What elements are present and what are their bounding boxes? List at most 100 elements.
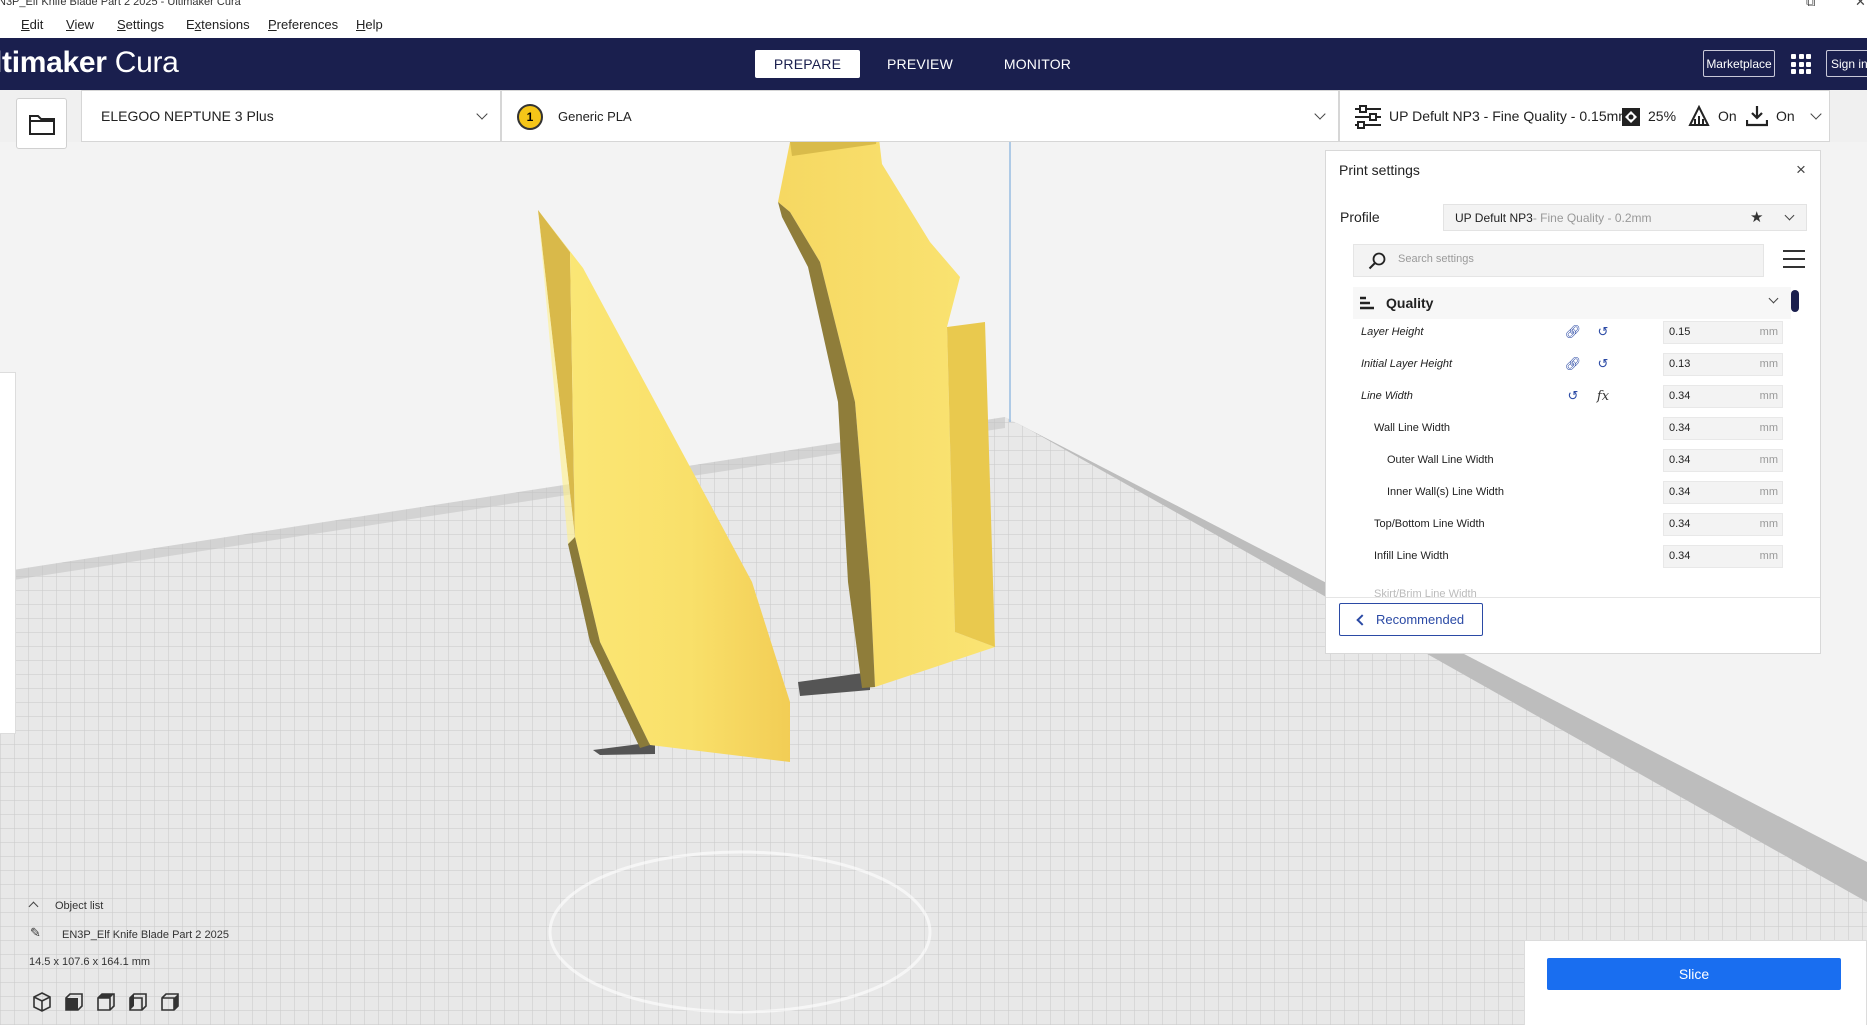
recommended-label: Recommended [1376, 612, 1465, 627]
close-icon[interactable]: × [1796, 160, 1806, 180]
profile-dropdown[interactable]: UP Defult NP3 - Fine Quality - 0.2mm ★ [1443, 204, 1807, 231]
menu-settings[interactable]: Settings [117, 17, 164, 32]
app-logo: ltimaker Cura [0, 46, 179, 79]
tab-prepare[interactable]: PREPARE [755, 50, 860, 78]
settings-sliders-icon [1355, 105, 1381, 129]
support-value: On [1718, 108, 1737, 124]
chevron-down-icon [1768, 293, 1779, 304]
right-view-icon[interactable] [158, 990, 182, 1014]
material-name: Generic PLA [558, 109, 632, 124]
line-width-input[interactable]: 0.34 mm [1663, 385, 1783, 408]
profile-dropdown-name: UP Defult NP3 [1455, 210, 1533, 225]
printer-selector[interactable]: ELEGOO NEPTUNE 3 Plus [81, 90, 501, 142]
marketplace-button[interactable]: Marketplace [1703, 50, 1775, 77]
menu-bar: Edit View Settings Extensions Preference… [0, 10, 1867, 38]
settings-scrollbar[interactable] [1791, 290, 1799, 312]
setting-row-line-width: Line Width ↺ fx 0.34 mm [1353, 383, 1791, 410]
setting-label: Line Width [1361, 390, 1413, 402]
print-settings-title: Print settings [1339, 162, 1420, 178]
chevron-down-icon [1314, 108, 1326, 120]
outer-wall-line-width-input[interactable]: 0.34 mm [1663, 449, 1783, 472]
reset-icon[interactable]: ↺ [1563, 386, 1583, 406]
search-icon [1368, 252, 1386, 270]
reset-icon[interactable]: ↺ [1593, 322, 1613, 342]
menu-edit[interactable]: Edit [21, 17, 43, 32]
category-quality[interactable]: Quality [1353, 287, 1791, 319]
wall-line-width-input[interactable]: 0.34 mm [1663, 417, 1783, 440]
function-icon[interactable]: fx [1593, 386, 1613, 406]
search-settings-box [1353, 244, 1764, 277]
setting-row-layer-height: Layer Height 🔗︎ ↺ 0.15 mm [1353, 319, 1791, 346]
star-icon[interactable]: ★ [1750, 208, 1763, 226]
setting-row-top-bottom-line-width: Top/Bottom Line Width 0.34 mm [1353, 511, 1791, 538]
sign-in-button[interactable]: Sign in [1826, 50, 1867, 77]
chevron-down-icon [1784, 210, 1795, 221]
chevron-left-icon [1356, 614, 1368, 626]
print-setup-selector[interactable]: UP Defult NP3 - Fine Quality - 0.15mm 25… [1339, 90, 1830, 142]
top-view-icon[interactable] [94, 990, 118, 1014]
printer-name: ELEGOO NEPTUNE 3 Plus [101, 108, 274, 124]
tab-monitor[interactable]: MONITOR [985, 50, 1090, 78]
3d-view-icon[interactable] [30, 990, 54, 1014]
initial-layer-height-input[interactable]: 0.13 mm [1663, 353, 1783, 376]
infill-icon [1622, 108, 1640, 126]
slice-button[interactable]: Slice [1547, 958, 1841, 990]
object-dimensions: 14.5 x 107.6 x 164.1 mm [29, 956, 151, 968]
setting-label: Outer Wall Line Width [1387, 454, 1494, 466]
setting-label: Inner Wall(s) Line Width [1387, 486, 1504, 498]
app-header: ltimaker Cura PREPARE PREVIEW MONITOR Ma… [0, 38, 1867, 90]
setting-row-infill-line-width: Infill Line Width 0.34 mm [1353, 543, 1791, 570]
menu-preferences[interactable]: Preferences [268, 17, 338, 32]
setting-label: Wall Line Width [1374, 422, 1451, 434]
setting-label: Layer Height [1361, 326, 1424, 338]
search-settings-input[interactable] [1398, 253, 1748, 265]
title-bar: N3P_Elf Knife Blade Part 2 2025 - Ultima… [0, 0, 1867, 10]
support-icon [1688, 105, 1710, 126]
profile-label: Profile [1340, 209, 1380, 225]
link-icon[interactable]: 🔗︎ [1563, 354, 1583, 374]
job-toolbar: ELEGOO NEPTUNE 3 Plus 1 Generic PLA UP D… [0, 90, 1867, 149]
profile-dropdown-suffix: - Fine Quality - 0.2mm [1532, 210, 1652, 225]
settings-visibility-menu-icon[interactable] [1783, 250, 1805, 268]
adhesion-icon [1746, 106, 1768, 127]
panel-divider [1326, 597, 1820, 598]
menu-extensions[interactable]: Extensions [186, 17, 250, 32]
pencil-icon[interactable]: ✎ [30, 925, 41, 941]
front-view-icon[interactable] [62, 990, 86, 1014]
menu-help[interactable]: Help [356, 17, 383, 32]
chevron-down-icon [1810, 108, 1822, 120]
material-selector[interactable]: 1 Generic PLA [501, 90, 1339, 142]
quality-icon [1360, 296, 1374, 310]
setting-row-inner-wall-line-width: Inner Wall(s) Line Width 0.34 mm [1353, 479, 1791, 506]
left-view-icon[interactable] [126, 990, 150, 1014]
print-settings-panel: Print settings × Profile UP Defult NP3 -… [1325, 150, 1821, 654]
adhesion-value: On [1776, 108, 1795, 124]
folder-icon [28, 114, 55, 135]
restore-window-icon[interactable]: ⧉ [1806, 0, 1815, 10]
extruder-badge: 1 [517, 104, 543, 130]
tab-preview[interactable]: PREVIEW [870, 50, 970, 78]
close-window-icon[interactable]: ✕ [1855, 0, 1866, 10]
recommended-mode-button[interactable]: Recommended [1339, 603, 1483, 636]
layer-height-input[interactable]: 0.15 mm [1663, 321, 1783, 344]
setting-row-initial-layer-height: Initial Layer Height 🔗︎ ↺ 0.13 mm [1353, 351, 1791, 378]
left-toolbar[interactable] [0, 372, 16, 734]
category-label: Quality [1386, 295, 1434, 311]
reset-icon[interactable]: ↺ [1593, 354, 1613, 374]
apps-grid-icon[interactable] [1791, 54, 1811, 74]
menu-view[interactable]: View [66, 17, 94, 32]
setting-label: Infill Line Width [1374, 550, 1449, 562]
open-file-button[interactable] [16, 98, 67, 149]
object-name[interactable]: EN3P_Elf Knife Blade Part 2 2025 [62, 929, 229, 941]
setting-row-outer-wall-line-width: Outer Wall Line Width 0.34 mm [1353, 447, 1791, 474]
object-list-header[interactable]: Object list [55, 900, 103, 912]
setting-label: Initial Layer Height [1361, 358, 1453, 370]
setting-row-wall-line-width: Wall Line Width 0.34 mm [1353, 415, 1791, 442]
link-icon[interactable]: 🔗︎ [1563, 322, 1583, 342]
chevron-down-icon [476, 108, 488, 120]
setting-row-cut-off: Skirt/Brim Line Width [1353, 581, 1791, 597]
top-bottom-line-width-input[interactable]: 0.34 mm [1663, 513, 1783, 536]
infill-value: 25% [1648, 108, 1677, 124]
infill-line-width-input[interactable]: 0.34 mm [1663, 545, 1783, 568]
inner-wall-line-width-input[interactable]: 0.34 mm [1663, 481, 1783, 504]
